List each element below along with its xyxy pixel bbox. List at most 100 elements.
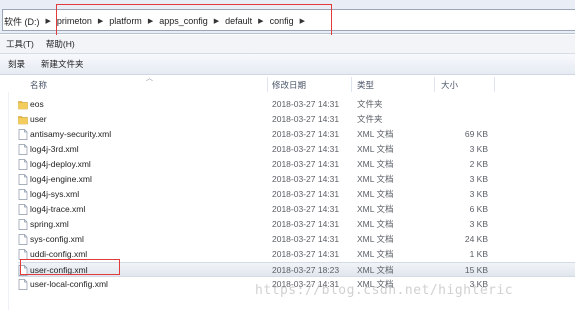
breadcrumb-default[interactable]: default — [225, 16, 252, 26]
file-type: XML 文档 — [357, 189, 394, 199]
file-row[interactable]: spring.xml 2018-03-27 14:31 XML 文档 3 KB — [18, 217, 575, 232]
breadcrumb-platform[interactable]: platform — [109, 16, 142, 26]
file-size: 3 KB — [469, 219, 488, 229]
file-row[interactable]: sys-config.xml 2018-03-27 14:31 XML 文档 24 K… — [18, 232, 575, 247]
watermark: https://blog.csdn.net/highteric — [255, 283, 514, 298]
file-size: 69 KB — [464, 129, 488, 139]
file-type: XML 文档 — [357, 159, 394, 169]
xml-file-icon — [18, 219, 28, 230]
file-type: 文件夹 — [357, 114, 383, 124]
file-modified-date: 2018-03-27 14:31 — [272, 189, 340, 199]
chevron-right-icon[interactable]: ▶ — [98, 17, 103, 25]
file-name: log4j-sys.xml — [30, 189, 80, 199]
column-divider[interactable] — [267, 77, 268, 92]
file-modified-date: 2018-03-27 14:31 — [272, 249, 340, 259]
menu-tools[interactable]: 工具(T) — [6, 38, 34, 50]
file-row[interactable]: eos 2018-03-27 14:31 文件夹 — [18, 97, 575, 112]
sort-up-icon: ︿ — [146, 75, 153, 82]
file-modified-date: 2018-03-27 18:23 — [272, 265, 340, 275]
folder-icon — [18, 114, 28, 125]
xml-file-icon — [18, 234, 28, 245]
file-modified-date: 2018-03-27 14:31 — [272, 234, 340, 244]
breadcrumb-primeton[interactable]: primeton — [57, 16, 92, 26]
xml-file-icon — [18, 144, 28, 155]
chevron-right-icon[interactable]: ▶ — [148, 17, 153, 25]
file-row[interactable]: log4j-trace.xml 2018-03-27 14:31 XML 文档 6 K… — [18, 202, 575, 217]
xml-file-icon — [18, 204, 28, 215]
column-divider[interactable] — [434, 77, 435, 92]
file-modified-date: 2018-03-27 14:31 — [272, 144, 340, 154]
file-size — [398, 112, 488, 127]
file-size: 3 KB — [469, 144, 488, 154]
file-name: antisamy-security.xml — [30, 129, 112, 139]
file-type: XML 文档 — [357, 204, 394, 214]
column-header-date[interactable]: 修改日期 — [272, 77, 306, 92]
chevron-right-icon[interactable]: ▶ — [300, 17, 305, 25]
column-divider[interactable] — [351, 77, 352, 92]
xml-file-icon — [18, 279, 28, 290]
file-row[interactable]: log4j-3rd.xml 2018-03-27 14:31 XML 文档 3 KB — [18, 142, 575, 157]
breadcrumb: 软件 (D:) ▶ primeton ▶ platform ▶ apps_con… — [4, 14, 311, 28]
file-modified-date: 2018-03-27 14:31 — [272, 159, 340, 169]
file-name: log4j-deploy.xml — [30, 159, 91, 169]
file-name: log4j-trace.xml — [30, 204, 86, 214]
burn-button[interactable]: 刻录 — [8, 58, 25, 70]
breadcrumb-config[interactable]: config — [270, 16, 294, 26]
column-header-type[interactable]: 类型 — [357, 77, 374, 92]
file-name: log4j-3rd.xml — [30, 144, 79, 154]
file-size: 15 KB — [464, 265, 488, 275]
file-row[interactable]: antisamy-security.xml 2018-03-27 14:31 XML… — [18, 127, 575, 142]
column-divider[interactable] — [494, 77, 495, 92]
folder-icon — [18, 99, 28, 110]
file-type: XML 文档 — [357, 219, 394, 229]
file-type: XML 文档 — [357, 174, 394, 184]
file-type: XML 文档 — [357, 144, 394, 154]
file-modified-date: 2018-03-27 14:31 — [272, 129, 340, 139]
file-row[interactable]: user-config.xml 2018-03-27 18:23 XML 文档 15 … — [18, 262, 575, 277]
xml-file-icon — [18, 265, 28, 276]
menu-help[interactable]: 帮助(H) — [46, 38, 75, 50]
file-row[interactable]: log4j-deploy.xml 2018-03-27 14:31 XML 文档 2 … — [18, 157, 575, 172]
column-header-size[interactable]: 大小 — [441, 77, 458, 92]
file-type: XML 文档 — [357, 234, 394, 244]
file-name: user — [30, 114, 47, 124]
address-bar: 软件 (D:) ▶ primeton ▶ platform ▶ apps_con… — [0, 0, 575, 38]
file-size — [398, 97, 488, 112]
new-folder-button[interactable]: 新建文件夹 — [41, 58, 84, 70]
file-modified-date: 2018-03-27 14:31 — [272, 174, 340, 184]
file-type: XML 文档 — [357, 265, 394, 275]
file-type: 文件夹 — [357, 99, 383, 109]
file-size: 3 KB — [469, 174, 488, 184]
chevron-right-icon[interactable]: ▶ — [214, 17, 219, 25]
xml-file-icon — [18, 249, 28, 260]
file-type: XML 文档 — [357, 249, 394, 259]
xml-file-icon — [18, 129, 28, 140]
file-row[interactable]: user 2018-03-27 14:31 文件夹 — [18, 112, 575, 127]
file-name: sys-config.xml — [30, 234, 84, 244]
chevron-right-icon[interactable]: ▶ — [258, 17, 263, 25]
file-size: 24 KB — [464, 234, 488, 244]
file-name: uddi-config.xml — [30, 249, 88, 259]
file-modified-date: 2018-03-27 14:31 — [272, 99, 340, 109]
file-row[interactable]: uddi-config.xml 2018-03-27 14:31 XML 文档 1 K… — [18, 247, 575, 262]
nav-pane-edge — [8, 92, 9, 310]
xml-file-icon — [18, 189, 28, 200]
file-size: 2 KB — [469, 159, 488, 169]
file-name: user-local-config.xml — [30, 279, 108, 289]
file-name: spring.xml — [30, 219, 69, 229]
breadcrumb-drive[interactable]: 软件 (D:) — [4, 15, 40, 28]
column-header-name[interactable]: 名称 — [30, 77, 47, 92]
xml-file-icon — [18, 174, 28, 185]
file-modified-date: 2018-03-27 14:31 — [272, 219, 340, 229]
chevron-right-icon[interactable]: ▶ — [46, 17, 51, 25]
file-modified-date: 2018-03-27 14:31 — [272, 204, 340, 214]
file-row[interactable]: log4j-engine.xml 2018-03-27 14:31 XML 文档 3 … — [18, 172, 575, 187]
file-type: XML 文档 — [357, 129, 394, 139]
file-row[interactable]: log4j-sys.xml 2018-03-27 14:31 XML 文档 3 KB — [18, 187, 575, 202]
file-name: user-config.xml — [30, 265, 88, 275]
xml-file-icon — [18, 159, 28, 170]
file-size: 6 KB — [469, 204, 488, 214]
file-size: 3 KB — [469, 189, 488, 199]
file-name: log4j-engine.xml — [30, 174, 92, 184]
breadcrumb-apps-config[interactable]: apps_config — [159, 16, 208, 26]
